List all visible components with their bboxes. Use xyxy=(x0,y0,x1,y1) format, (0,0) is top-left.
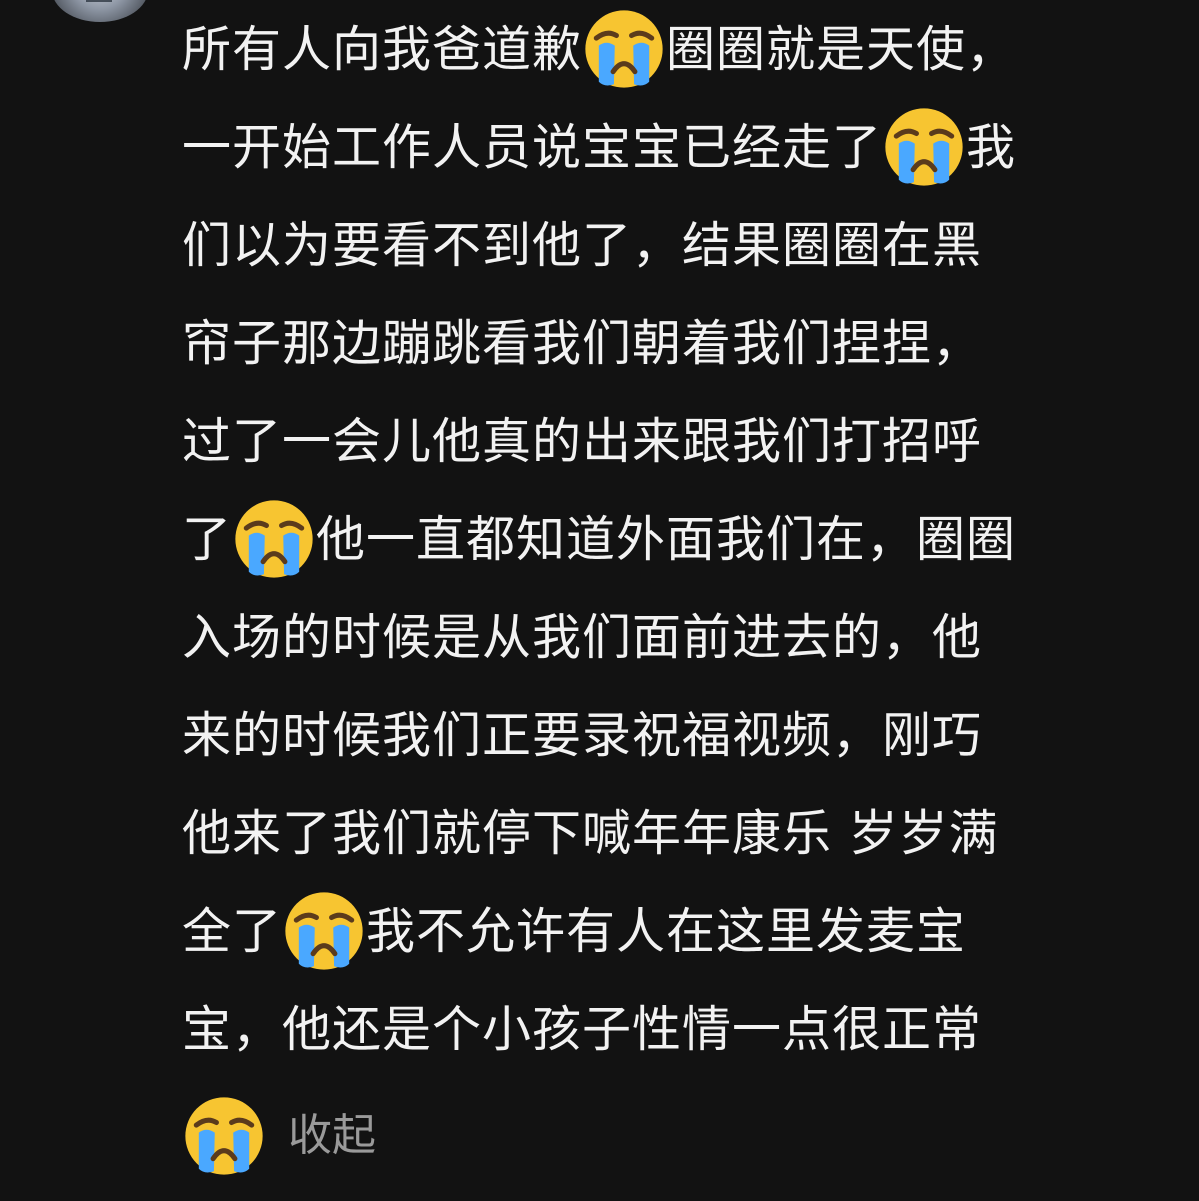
comment-text-segment: 了 xyxy=(182,510,233,568)
crying-face-icon xyxy=(282,889,366,973)
comment-line-10: 全了 我不允许有人在这里发麦宝 xyxy=(182,882,1162,980)
comment-text-segment: 我 xyxy=(966,118,1017,176)
comment-text-segment: 圈圈就是天使， xyxy=(666,20,1017,78)
comment-line-9: 他来了我们就停下喊年年康乐 岁岁满 xyxy=(182,784,1162,882)
comment-text-segment: 宝，他还是个小孩子性情一点很正常 xyxy=(182,1000,983,1058)
comment-text-segment: 一开始工作人员说宝宝已经走了 xyxy=(182,118,883,176)
comment-body: 所有人向我爸道歉 圈圈就是天使， 一开始工作人员说宝宝已经走了 我 们以为要看不… xyxy=(182,0,1162,1196)
crying-face-icon xyxy=(882,105,966,189)
comment-line-2: 一开始工作人员说宝宝已经走了 我 xyxy=(182,98,1162,196)
comment-line-11: 宝，他还是个小孩子性情一点很正常 xyxy=(182,980,1162,1078)
comment-text-segment: 所有人向我爸道歉 xyxy=(182,20,583,78)
comment-line-7: 入场的时候是从我们面前进去的，他 xyxy=(182,588,1162,686)
comment-line-5: 过了一会儿他真的出来跟我们打招呼 xyxy=(182,392,1162,490)
comment-line-1: 所有人向我爸道歉 圈圈就是天使， xyxy=(182,0,1162,98)
comment-text-segment: 全了 xyxy=(182,902,283,960)
comment-text-segment: 来的时候我们正要录祝福视频，刚巧 xyxy=(182,706,983,764)
comment-text-segment: 过了一会儿他真的出来跟我们打招呼 xyxy=(182,412,983,470)
crying-face-icon xyxy=(232,497,316,581)
comment-text-segment: 入场的时候是从我们面前进去的，他 xyxy=(182,608,983,666)
comment-text-segment: 我不允许有人在这里发麦宝 xyxy=(366,902,967,960)
comment-screen: 所有人向我爸道歉 圈圈就是天使， 一开始工作人员说宝宝已经走了 我 们以为要看不… xyxy=(0,0,1199,1201)
comment-text-segment: 帘子那边蹦跳看我们朝着我们捏捏， xyxy=(182,314,983,372)
crying-face-icon xyxy=(582,7,666,91)
crying-face-icon xyxy=(182,1094,266,1178)
comment-text-segment: 他来了我们就停下喊年年康乐 岁岁满 xyxy=(182,804,999,862)
comment-line-4: 帘子那边蹦跳看我们朝着我们捏捏， xyxy=(182,294,1162,392)
comment-text-segment: 们以为要看不到他了，结果圈圈在黑 xyxy=(182,216,983,274)
comment-footer: 收起 xyxy=(182,1076,1162,1196)
comment-line-6: 了 他一直都知道外面我们在，圈圈 xyxy=(182,490,1162,588)
comment-line-8: 来的时候我们正要录祝福视频，刚巧 xyxy=(182,686,1162,784)
comment-line-3: 们以为要看不到他了，结果圈圈在黑 xyxy=(182,196,1162,294)
comment-text-segment: 他一直都知道外面我们在，圈圈 xyxy=(316,510,1017,568)
collapse-button[interactable]: 收起 xyxy=(288,1114,376,1158)
user-avatar[interactable] xyxy=(52,0,148,22)
